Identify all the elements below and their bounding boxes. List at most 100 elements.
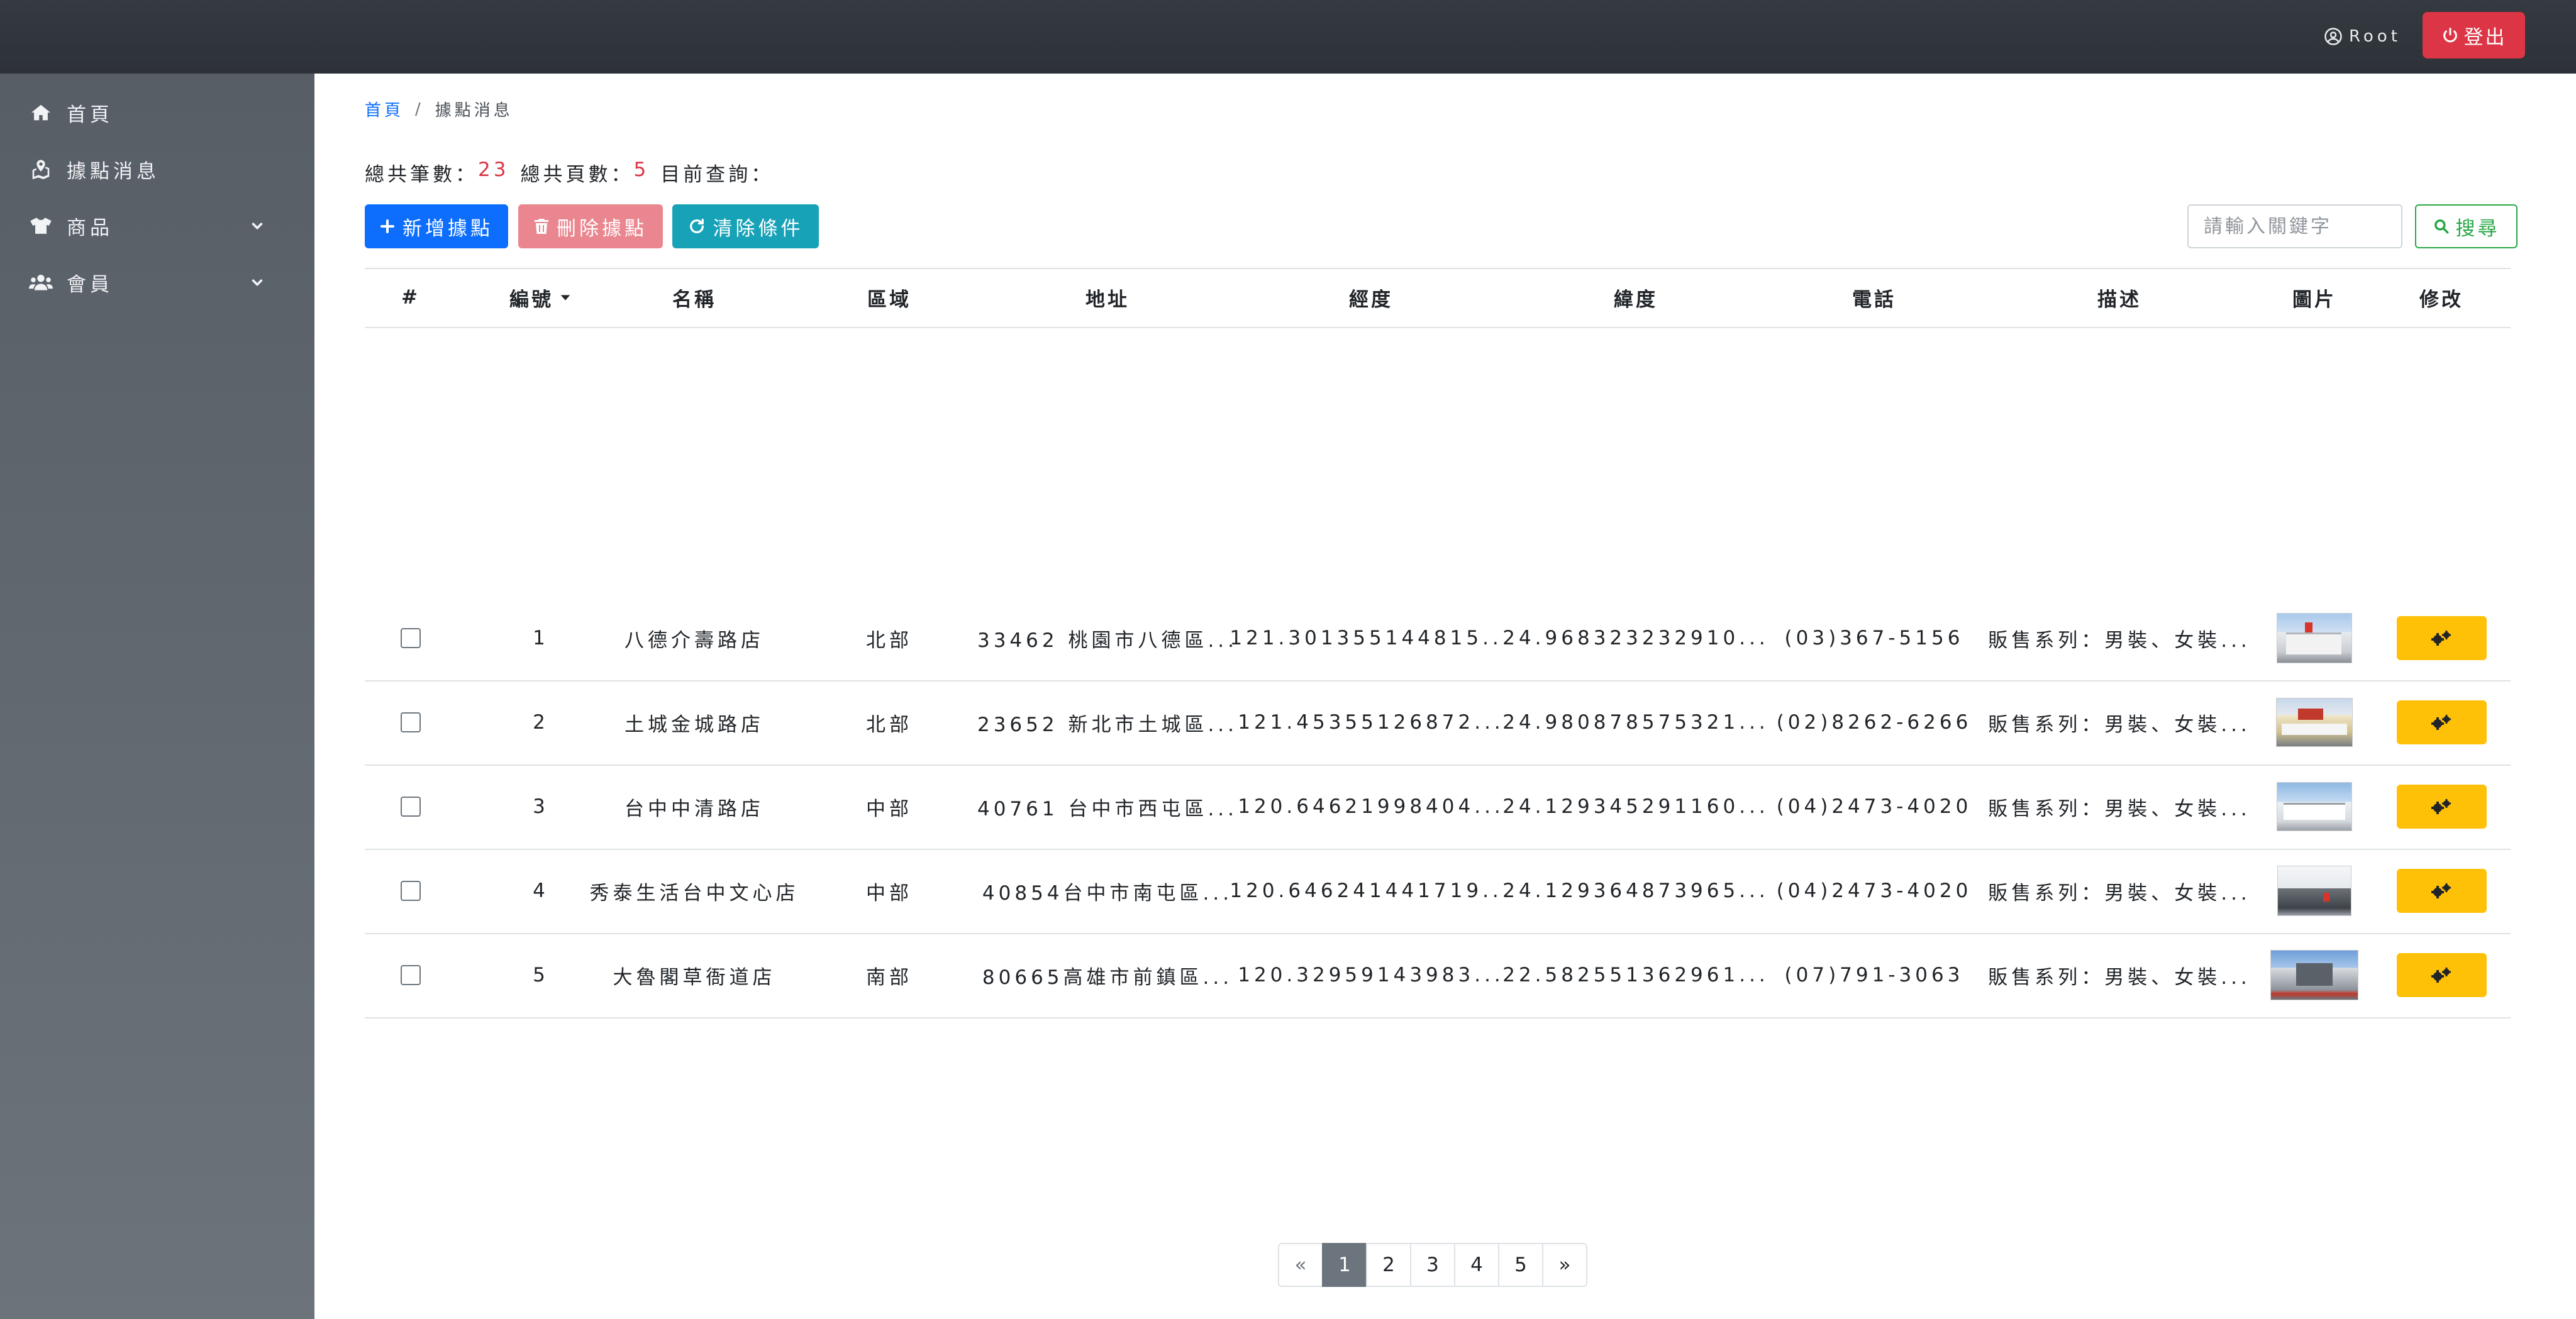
- longitude-cell: 120.64621998404...: [1238, 795, 1504, 818]
- row-checkbox[interactable]: [401, 965, 421, 985]
- breadcrumb-home-link[interactable]: 首頁: [365, 97, 404, 121]
- pagination: « 1 2 3 4 5 »: [1278, 1243, 1587, 1288]
- page-3[interactable]: 3: [1410, 1243, 1455, 1287]
- trash-icon: [535, 219, 548, 234]
- page-2[interactable]: 2: [1366, 1243, 1411, 1287]
- column-header-phone: 電話: [1852, 288, 1896, 311]
- add-location-label: 新增據點: [402, 217, 493, 240]
- page-5[interactable]: 5: [1498, 1243, 1543, 1287]
- logout-button[interactable]: 登出: [2423, 12, 2525, 58]
- sidebar-item-home[interactable]: 首頁: [0, 84, 314, 141]
- store-thumbnail[interactable]: [2277, 782, 2352, 831]
- cogs-icon: [2431, 631, 2451, 646]
- add-location-button[interactable]: 新增據點: [365, 204, 508, 248]
- phone-cell: (07)791-3063: [1784, 964, 1964, 986]
- cogs-icon: [2431, 968, 2451, 983]
- refresh-icon: [689, 218, 704, 233]
- table-row: 4 秀泰生活台中文心店 中部 40854台中市南屯區... 120.646241…: [365, 849, 2511, 934]
- column-header-edit: 修改: [2419, 288, 2463, 311]
- longitude-cell: 120.646241441719...: [1230, 880, 1513, 902]
- column-header-address: 地址: [1085, 288, 1130, 311]
- home-icon: [29, 101, 53, 124]
- column-header-description: 描述: [2097, 288, 2141, 311]
- tshirt-icon: [29, 214, 53, 238]
- column-header-id-label: 編號: [509, 288, 553, 311]
- page-prev[interactable]: «: [1278, 1243, 1323, 1287]
- longitude-cell: 121.45355126872...: [1238, 711, 1504, 734]
- search-button[interactable]: 搜尋: [2415, 204, 2518, 248]
- sidebar-item-label: 商品: [67, 216, 113, 240]
- store-thumbnail[interactable]: [2276, 698, 2353, 747]
- region-cell: 北部: [866, 629, 913, 652]
- users-icon: [29, 270, 53, 294]
- phone-cell: (04)2473-4020: [1776, 795, 1972, 818]
- search-icon: [2434, 219, 2448, 234]
- longitude-cell: 121.301355144815...: [1230, 627, 1513, 649]
- row-checkbox[interactable]: [401, 712, 421, 732]
- latitude-cell: 24.980878575321...: [1502, 711, 1769, 734]
- region-cell: 中部: [866, 881, 913, 905]
- search-input[interactable]: [2187, 204, 2402, 248]
- result-summary: 總共筆數： 23 總共頁數： 5 目前查詢：: [365, 158, 774, 187]
- column-header-image: 圖片: [2292, 288, 2336, 311]
- edit-button[interactable]: [2396, 785, 2487, 829]
- page-4[interactable]: 4: [1454, 1243, 1499, 1287]
- phone-cell: (02)8262-6266: [1776, 711, 1972, 734]
- select-cell: [386, 680, 436, 764]
- column-header-name: 名稱: [672, 288, 716, 311]
- page-1[interactable]: 1: [1322, 1243, 1367, 1287]
- edit-button[interactable]: [2396, 869, 2487, 913]
- edit-button[interactable]: [2396, 953, 2487, 997]
- edit-cell: [2391, 680, 2492, 764]
- edit-cell: [2391, 764, 2492, 849]
- power-icon: [2443, 27, 2457, 43]
- store-thumbnail[interactable]: [2270, 950, 2358, 1000]
- page-next[interactable]: »: [1542, 1243, 1587, 1287]
- top-navbar: Root 登出: [0, 0, 2576, 74]
- row-checkbox[interactable]: [401, 797, 421, 817]
- table-row: 3 台中中清路店 中部 40761 台中市西屯區... 120.64621998…: [365, 764, 2511, 850]
- sidebar-item-members[interactable]: 會員: [0, 254, 314, 311]
- address-cell: 23652 新北市土城區...: [977, 713, 1238, 736]
- column-header-latitude: 緯度: [1614, 288, 1658, 311]
- latitude-cell: 22.582551362961...: [1502, 964, 1769, 986]
- sidebar-item-label: 會員: [67, 273, 113, 296]
- table-row: 5 大魯閣草衙道店 南部 80665高雄市前鎮區... 120.32959143…: [365, 933, 2511, 1018]
- cogs-icon: [2431, 715, 2451, 730]
- user-circle-icon: [2324, 28, 2342, 45]
- address-cell: 33462 桃園市八德區...: [977, 629, 1238, 652]
- map-marker-icon: [29, 157, 53, 181]
- image-cell: [2264, 764, 2365, 849]
- clear-filters-button[interactable]: 清除條件: [672, 204, 819, 248]
- sidebar-item-locations[interactable]: 據點消息: [0, 141, 314, 197]
- sidebar-item-products[interactable]: 商品: [0, 197, 314, 254]
- column-header-id[interactable]: 編號: [484, 268, 597, 327]
- store-thumbnail[interactable]: [2277, 866, 2351, 916]
- user-name: Root: [2349, 27, 2401, 46]
- user-link[interactable]: Root: [2324, 24, 2401, 49]
- delete-location-button[interactable]: 刪除據點: [518, 204, 663, 248]
- edit-cell: [2391, 596, 2492, 680]
- latitude-cell: 24.968323232910...: [1502, 627, 1769, 649]
- image-cell: [2264, 933, 2365, 1017]
- latitude-cell: 24.129364873965...: [1502, 880, 1769, 902]
- edit-button[interactable]: [2396, 616, 2487, 660]
- address-cell: 80665高雄市前鎮區...: [982, 966, 1233, 989]
- current-query-label: 目前查詢：: [660, 163, 774, 186]
- chevron-down-icon: [249, 274, 265, 290]
- chevron-down-icon: [249, 218, 265, 234]
- name-cell: 秀泰生活台中文心店: [589, 881, 799, 905]
- edit-button[interactable]: [2396, 700, 2487, 744]
- column-header-longitude: 經度: [1349, 288, 1393, 311]
- breadcrumb-separator: /: [415, 99, 424, 119]
- select-cell: [386, 764, 436, 849]
- total-records-count: 23: [478, 158, 509, 181]
- row-checkbox[interactable]: [401, 628, 421, 648]
- image-cell: [2264, 596, 2365, 680]
- store-thumbnail[interactable]: [2277, 613, 2352, 663]
- row-checkbox[interactable]: [401, 881, 421, 901]
- total-pages-count: 5: [633, 158, 650, 181]
- logout-label: 登出: [2463, 26, 2507, 49]
- region-cell: 中部: [866, 797, 913, 820]
- select-cell: [386, 933, 436, 1017]
